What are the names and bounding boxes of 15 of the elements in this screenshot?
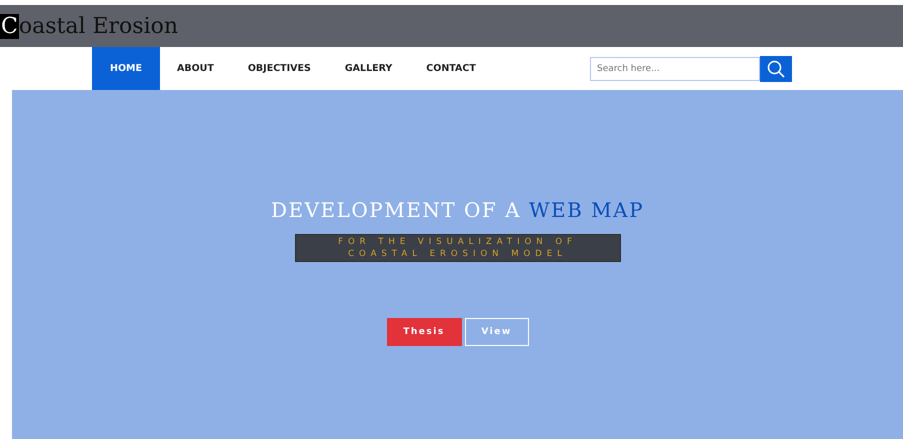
hero-heading: DEVELOPMENT OF A xyxy=(270,198,522,222)
site-title: oastal Erosion xyxy=(18,14,178,38)
nav-tab[interactable]: ABOUT xyxy=(160,47,231,90)
nav-tab[interactable]: OBJECTIVES xyxy=(230,47,328,90)
nav-tab[interactable]: HOME xyxy=(92,47,160,90)
thesis-button[interactable]: Thesis xyxy=(386,318,462,346)
nav-tab[interactable]: GALLERY xyxy=(328,47,410,90)
subtitle-line: COASTAL EROSION MODEL xyxy=(348,248,567,260)
hero-heading-accent: WEB MAP xyxy=(528,198,644,222)
search-button[interactable] xyxy=(760,56,792,82)
search-icon xyxy=(767,60,785,78)
search-field[interactable]: Search here... xyxy=(590,56,760,80)
nav-tab[interactable]: CONTACT xyxy=(409,47,493,90)
text-cursor-highlight: C xyxy=(0,14,19,38)
subtitle-line: FOR THE VISUALIZATION OF xyxy=(338,236,577,248)
